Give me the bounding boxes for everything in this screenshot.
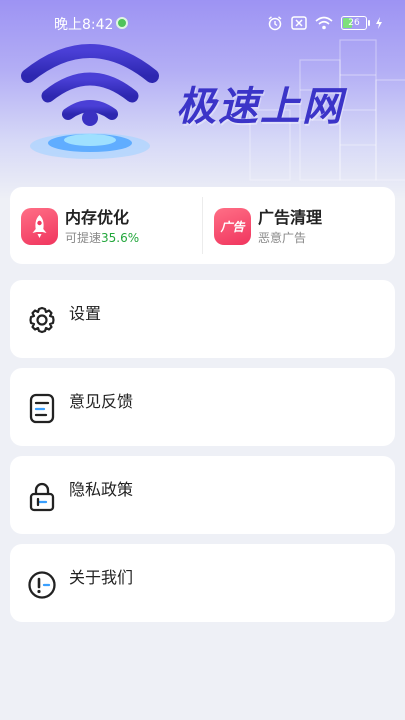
memory-optimize-button[interactable]: 内存优化 可提速35.6%: [10, 187, 200, 264]
menu-item-feedback[interactable]: 意见反馈: [10, 368, 395, 446]
menu-item-settings[interactable]: 设置: [10, 280, 395, 358]
ad-clean-button[interactable]: 广告 广告清理 恶意广告: [203, 187, 393, 264]
ad-icon-text: 广告: [220, 220, 245, 234]
rocket-icon: [21, 208, 58, 245]
lock-icon: [29, 482, 55, 512]
speedup-percent: 35.6%: [101, 231, 140, 245]
menu-label-settings: 设置: [69, 304, 102, 323]
hero-banner: 晚上8:42 26 极速上网: [0, 0, 405, 200]
menu-label-feedback: 意见反馈: [69, 392, 134, 411]
wifi-status-icon: [315, 16, 333, 30]
quick-actions-card: 内存优化 可提速35.6% 广告 广告清理 恶意广告: [10, 187, 395, 264]
menu-label-about: 关于我们: [69, 568, 134, 587]
memory-subtitle-prefix: 可提速: [65, 231, 102, 245]
charging-icon: [376, 17, 382, 29]
ad-icon: 广告: [214, 208, 251, 245]
ad-clean-subtitle: 恶意广告: [258, 231, 307, 245]
ad-clean-title: 广告清理: [258, 208, 323, 227]
no-sim-icon: [291, 16, 307, 30]
memory-optimize-subtitle: 可提速35.6%: [65, 229, 139, 246]
info-icon: [28, 571, 56, 599]
gear-icon: [29, 306, 55, 334]
alarm-icon: [268, 16, 282, 31]
battery-level: 26: [348, 17, 360, 28]
menu-item-about[interactable]: 关于我们: [10, 544, 395, 622]
hero-title: 极速上网: [176, 84, 344, 130]
battery-icon: 26: [341, 16, 370, 30]
status-icons: 26: [267, 14, 383, 32]
menu-label-privacy: 隐私政策: [69, 480, 134, 499]
menu-item-privacy[interactable]: 隐私政策: [10, 456, 395, 534]
feedback-icon: [29, 393, 55, 424]
wifi-logo-icon: [21, 44, 159, 159]
memory-optimize-title: 内存优化: [65, 208, 130, 227]
